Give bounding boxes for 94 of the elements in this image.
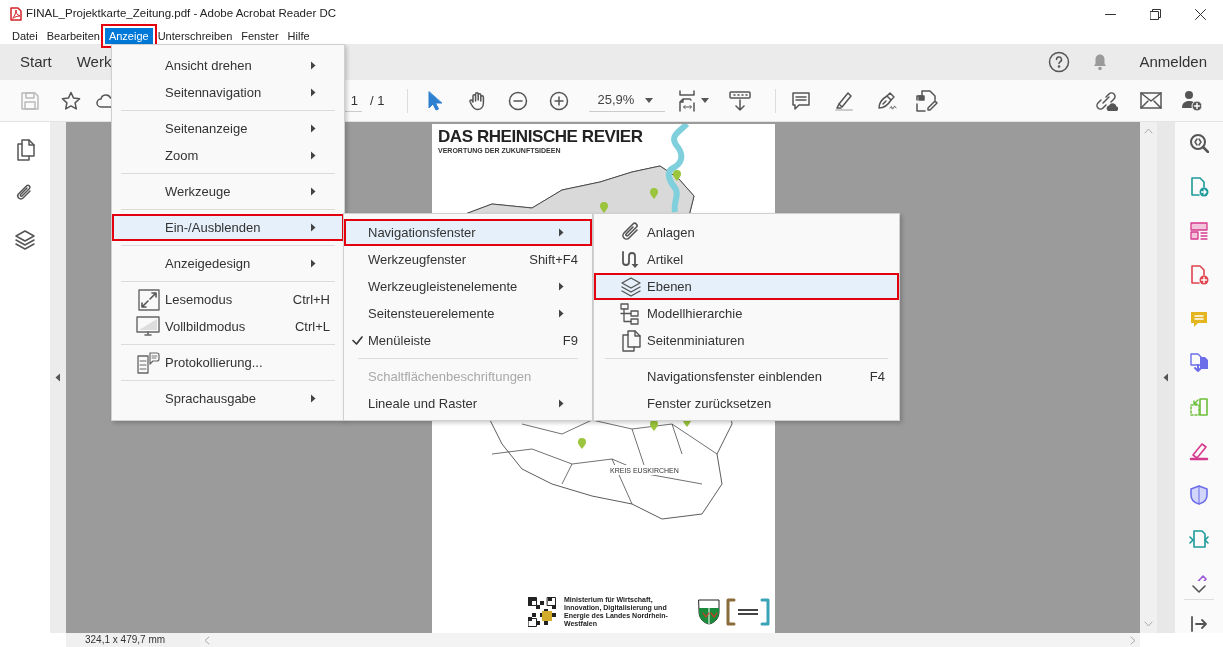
zoom-in-icon[interactable] — [549, 90, 570, 111]
zoom-tool-icon[interactable] — [1189, 133, 1209, 153]
menu-item[interactable]: Werkzeugleistenelemente — [344, 273, 592, 300]
sign-in-button[interactable]: Anmelden — [1139, 50, 1207, 74]
document-arrow-icon[interactable] — [1189, 177, 1209, 197]
menu-item[interactable]: Seitenminiaturen — [594, 327, 899, 354]
monitor-icon — [136, 315, 160, 338]
menu-item[interactable]: Navigationsfenster einblenden F4 — [594, 363, 899, 390]
menu-bar-item[interactable]: Unterschreiben — [153, 28, 237, 44]
collapse-arrow-icon[interactable] — [1163, 373, 1169, 382]
menu-item[interactable]: Menüleiste F9 — [344, 327, 592, 354]
submenu-arrow-icon — [310, 88, 316, 97]
highlighter-tool-icon[interactable] — [1189, 441, 1209, 461]
submenu-arrow-icon — [310, 124, 316, 133]
restore-icon — [1150, 8, 1161, 20]
layout-icon[interactable] — [1189, 221, 1209, 241]
chevron-down-icon[interactable] — [1192, 585, 1206, 593]
pdf-icon — [10, 7, 22, 21]
document-plus-icon[interactable] — [1189, 265, 1209, 285]
documents-icon[interactable] — [1189, 353, 1209, 373]
map-pin-icon — [600, 202, 608, 213]
menu-bar-item[interactable]: Fenster — [237, 28, 283, 44]
menu-item[interactable]: Lesemodus Ctrl+H — [112, 286, 344, 313]
mail-icon[interactable] — [1140, 91, 1162, 110]
menu-item[interactable]: Seitensteuerelemente — [344, 300, 592, 327]
menu-item[interactable]: Anzeigedesign — [112, 250, 344, 277]
menu-bar-item[interactable]: Bearbeiten — [42, 28, 104, 44]
crest-icon — [698, 599, 720, 625]
pages-icon — [620, 329, 642, 352]
signature-icon[interactable] — [876, 90, 899, 111]
star-icon[interactable] — [61, 90, 81, 111]
window-title: FINAL_Projektkarte_Zeitung.pdf - Adobe Acrobat Reader DC — [26, 6, 337, 22]
menu-item[interactable]: Ein-/Ausblenden — [112, 214, 344, 241]
compress-icon[interactable] — [1189, 529, 1209, 549]
menu-item[interactable]: Modellhierarchie — [594, 300, 899, 327]
submenu-arrow-icon — [310, 259, 316, 268]
tab[interactable]: Werk — [76, 50, 112, 74]
menu-item[interactable]: Anlagen — [594, 219, 899, 246]
logo-icon — [726, 598, 770, 626]
zoom-field[interactable]: 25,9% — [589, 89, 666, 112]
close-icon — [1195, 8, 1206, 20]
add-user-icon[interactable] — [1181, 89, 1203, 112]
tab[interactable]: Start — [20, 50, 52, 74]
menu-bar-item[interactable]: Datei — [8, 28, 42, 44]
menu-item[interactable]: Navigationsfenster — [344, 219, 592, 246]
highlighter-icon[interactable] — [834, 90, 855, 111]
menu-item[interactable]: Vollbildmodus Ctrl+L — [112, 313, 344, 340]
submenu-arrow-icon — [310, 394, 316, 403]
shield-icon[interactable] — [1189, 485, 1209, 505]
help-icon[interactable] — [1048, 51, 1071, 73]
link-icon[interactable] — [1094, 89, 1118, 112]
hierarchy-icon — [620, 302, 642, 325]
menu-item[interactable]: Werkzeugfenster Shift+F4 — [344, 246, 592, 273]
menu-item[interactable]: Werkzeuge — [112, 178, 344, 205]
submenu-arrow-icon — [310, 223, 316, 232]
menu-item[interactable]: Lineale und Raster — [344, 390, 592, 417]
submenu-arrow-icon — [558, 228, 564, 237]
submenu-arrow-icon — [558, 309, 564, 318]
menu-item[interactable]: Zoom — [112, 142, 344, 169]
menu-item[interactable]: Protokollierung... — [112, 349, 344, 376]
qr-code-icon — [528, 597, 556, 627]
log-icon — [136, 350, 160, 375]
collapse-arrow-icon[interactable] — [55, 373, 61, 382]
comment-icon[interactable] — [791, 90, 812, 111]
layers-icon — [620, 275, 642, 298]
caret-icon[interactable] — [701, 98, 710, 103]
submenu-arrow-icon — [558, 282, 564, 291]
document-title: DAS RHEINISCHE REVIER — [438, 127, 644, 147]
submenu-arrow-icon — [310, 187, 316, 196]
layers-icon[interactable] — [14, 229, 36, 251]
menu-item[interactable]: Sprachausgabe — [112, 385, 344, 412]
caret-icon — [645, 97, 654, 103]
edit-pdf-icon[interactable] — [916, 89, 939, 112]
menu-item[interactable]: Ansicht drehen — [112, 52, 344, 79]
menu-item[interactable]: Fenster zurücksetzen — [594, 390, 899, 417]
menu-item[interactable]: Seitenanzeige — [112, 115, 344, 142]
scroll-mode-icon[interactable] — [729, 90, 752, 111]
submenu-arrow-icon — [558, 399, 564, 408]
map-pin-icon — [673, 170, 681, 181]
page-count: / 1 — [370, 91, 385, 110]
zoom-out-icon[interactable] — [508, 90, 529, 111]
fit-page-icon[interactable] — [677, 89, 698, 112]
menu-bar-item[interactable]: Hilfe — [283, 28, 314, 44]
menu-item[interactable]: Artikel — [594, 246, 899, 273]
submenu-arrow-icon — [310, 151, 316, 160]
menu-item[interactable]: Ebenen — [594, 273, 899, 300]
pages-icon[interactable] — [15, 139, 35, 161]
map-pin-icon — [578, 438, 586, 449]
map-pin-icon — [650, 188, 658, 199]
page-size: 324,1 x 479,7 mm — [66, 633, 200, 647]
exit-panel-icon[interactable] — [1190, 615, 1208, 633]
submenu-arrow-icon — [310, 61, 316, 70]
expand-icon — [138, 288, 160, 311]
map-pin-icon — [650, 420, 658, 431]
